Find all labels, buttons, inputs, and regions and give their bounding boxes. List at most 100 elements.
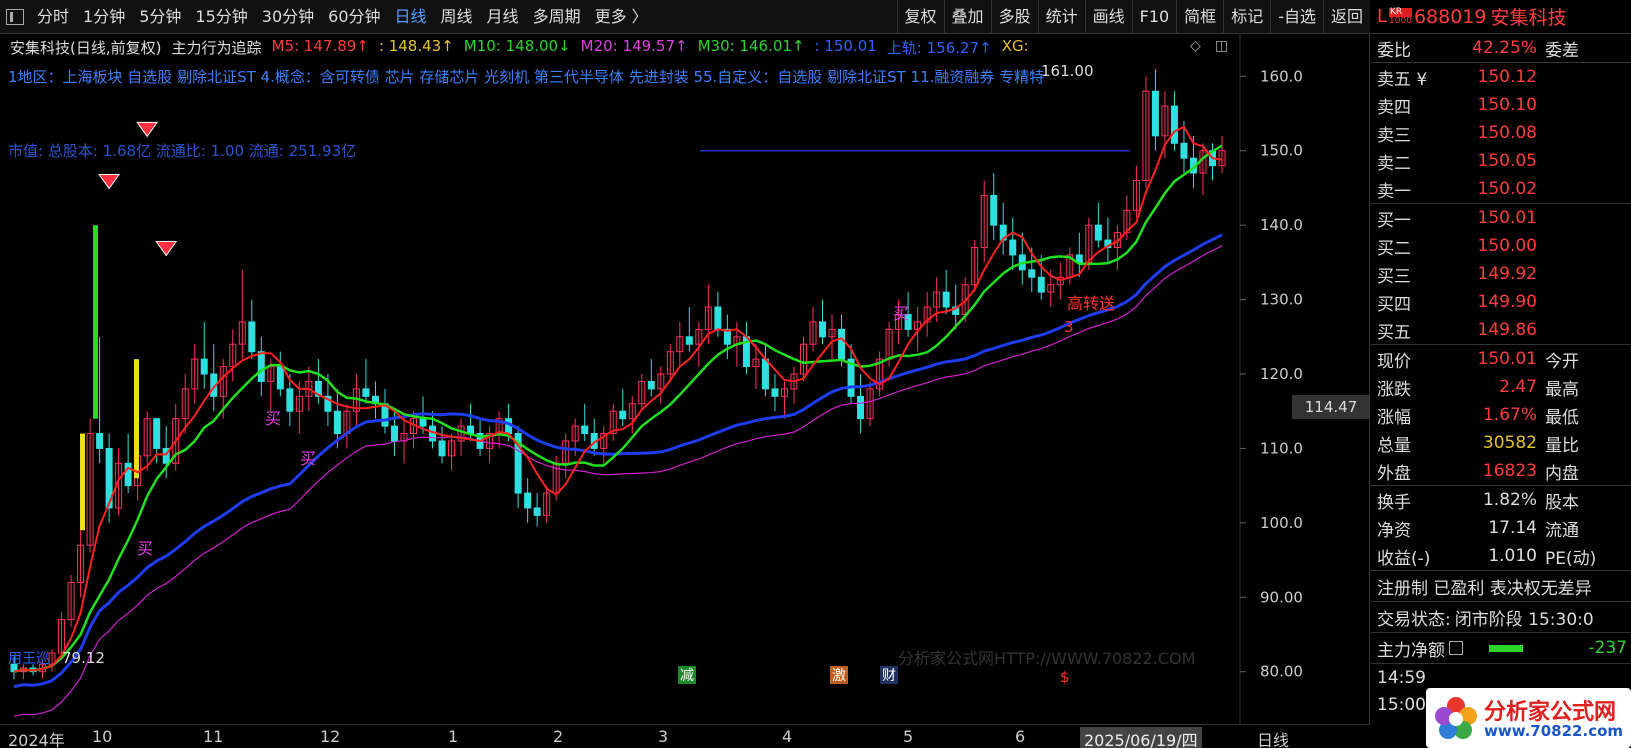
order-level-label: 卖三 [1377,125,1411,146]
order-level-price: 150.02 [1477,179,1537,199]
candle-body [838,328,846,360]
period-tab[interactable]: 多周期 [526,0,588,34]
order-book-row[interactable]: 卖三 150.08 [1371,119,1631,147]
toolbar-button[interactable]: 简框 [1176,0,1223,34]
legend-stock[interactable]: 安集科技(日线,前复权) [10,37,161,58]
period-tab[interactable]: 更多 〉 [588,0,655,34]
event-badge-ji: 激 [832,667,846,684]
period-tab[interactable]: 30分钟 [255,0,321,34]
candle-body [286,388,294,412]
candle-body [714,306,722,330]
list-icon[interactable] [1449,641,1463,655]
candle-body [1180,142,1188,159]
order-level-label: 卖四 [1377,97,1411,118]
low-price-label: 79.12 [62,649,105,667]
legend-indicator[interactable]: 主力行为追踪 [171,37,261,58]
order-level-label: 卖五 ¥ [1377,69,1428,90]
order-book-row[interactable]: 卖四 150.10 [1371,91,1631,119]
period-tab[interactable]: 月线 [480,0,526,34]
event-badge-cai: 财 [882,668,896,684]
toolbar-button[interactable]: 复权 [896,0,944,34]
candle-body [1151,90,1159,137]
flow-label: 主力净额 [1377,640,1445,661]
weibi-row: 委比 42.25% 委差 [1371,34,1631,62]
toolbar-button[interactable]: 多股 [990,0,1038,34]
toolbar-button[interactable]: 叠加 [943,0,991,34]
x-tick: 6 [1015,727,1026,746]
diamond-icon[interactable]: ◇ [1190,38,1201,54]
event-badge-jian: 减 [680,668,694,684]
order-level-label: 买三 [1377,266,1411,287]
x-tick: 3 [658,727,669,746]
legend-m20: M20: 149.57↑ [580,37,688,55]
event-badge-dollar: $ [1060,668,1070,686]
order-book-row[interactable]: 买五 149.86 [1371,316,1631,344]
market-prefix: L [1377,6,1388,27]
order-level-label: 买二 [1377,238,1411,259]
order-level-label: 卖二 [1377,153,1411,174]
signal-bar [134,359,139,479]
stock-header: L KR 1000 688019 安集科技 [1371,0,1631,34]
x-tick: 1 [448,727,459,746]
quote-row: 总量 30582 量比 [1371,429,1631,457]
candle-body [990,194,998,226]
fin-value: 1.010 [1488,546,1537,566]
legend-upper: 上轨: 156.27↑ [886,39,992,57]
order-level-label: 卖一 [1377,181,1411,202]
cursor-date: 2025/06/19/四 [1080,727,1202,748]
order-book-row[interactable]: 买四 149.90 [1371,288,1631,316]
flower-logo-icon [1435,697,1477,739]
toolbar-button[interactable]: 返回 [1322,0,1370,34]
period-tab[interactable]: 1分钟 [76,0,132,34]
x-tick: 2024年 [8,731,65,748]
order-level-price: 150.05 [1477,151,1537,171]
order-book-row[interactable]: 卖二 150.05 [1371,147,1631,175]
fin-value: 17.14 [1488,518,1537,538]
toolbar-button[interactable]: 统计 [1037,0,1085,34]
order-book-row[interactable]: 卖五 ¥ 150.12 [1371,63,1631,91]
toolbar-button[interactable]: -自选 [1270,0,1323,34]
x-tick: 10 [92,727,113,746]
order-book-row[interactable]: 买三 149.92 [1371,260,1631,288]
period-tab[interactable]: 5分钟 [132,0,188,34]
candle-body [685,336,693,345]
period-tab[interactable]: 60分钟 [321,0,387,34]
toolbar-button[interactable]: 标记 [1223,0,1270,34]
legend-m-unnamed: : 148.43↑ [378,37,454,55]
order-book-row[interactable]: 买二 150.00 [1371,232,1631,260]
quote-label2: 最高 [1545,379,1579,400]
toolbar-button[interactable]: 画线 [1084,0,1132,34]
kline-svg[interactable]: 160.0150.0140.0130.0120.0110.0100.090.00… [0,34,1370,724]
low-prefix-label: 用王巡 [8,651,50,667]
candle-body [438,440,446,457]
order-book-row[interactable]: 买一 150.01 [1371,204,1631,232]
fin-row: 收益(-) 1.010 PE(动) [1371,542,1631,570]
x-tick: 11 [203,727,224,746]
logo-url: www.70822.com [1484,722,1624,740]
toolbar-button[interactable]: F10 [1131,0,1177,34]
period-tab[interactable]: 15分钟 [188,0,254,34]
order-level-price: 150.12 [1477,67,1537,87]
buy-signal-label: 买 [893,304,909,323]
stock-code: 688019 [1413,5,1487,28]
period-tab[interactable]: 周线 [434,0,480,34]
stock-tags: 注册制 已盈利 表决权无差异 [1377,578,1592,599]
quote-label2: 量比 [1545,435,1579,456]
period-tab[interactable]: 分时 [30,0,76,34]
gem-marker [155,240,178,257]
order-book-row[interactable]: 卖一 150.02 [1371,175,1631,203]
flow-bar [1489,644,1523,652]
layout-icon[interactable]: ◫ [1215,38,1228,54]
panel-toggle-icon[interactable] [6,8,24,25]
candle-body [257,351,265,382]
cursor-price-tag: 114.47 [1292,395,1370,419]
candle-body [248,321,256,353]
period-tab[interactable]: 日线 [388,0,434,34]
tags-row: 注册制 已盈利 表决权无差异 [1371,571,1631,601]
kline-chart[interactable]: 160.0 150.0 140.0 130.0 120.0 110.0 100.0 90.00… [0,34,1370,724]
legend-m30: M30: 146.01↑ [697,37,805,55]
fin-value: 1.82% [1482,490,1537,510]
quote-label2: 内盘 [1545,463,1579,484]
order-level-price: 149.92 [1477,264,1537,284]
period-label[interactable]: 日线 [1257,727,1289,748]
